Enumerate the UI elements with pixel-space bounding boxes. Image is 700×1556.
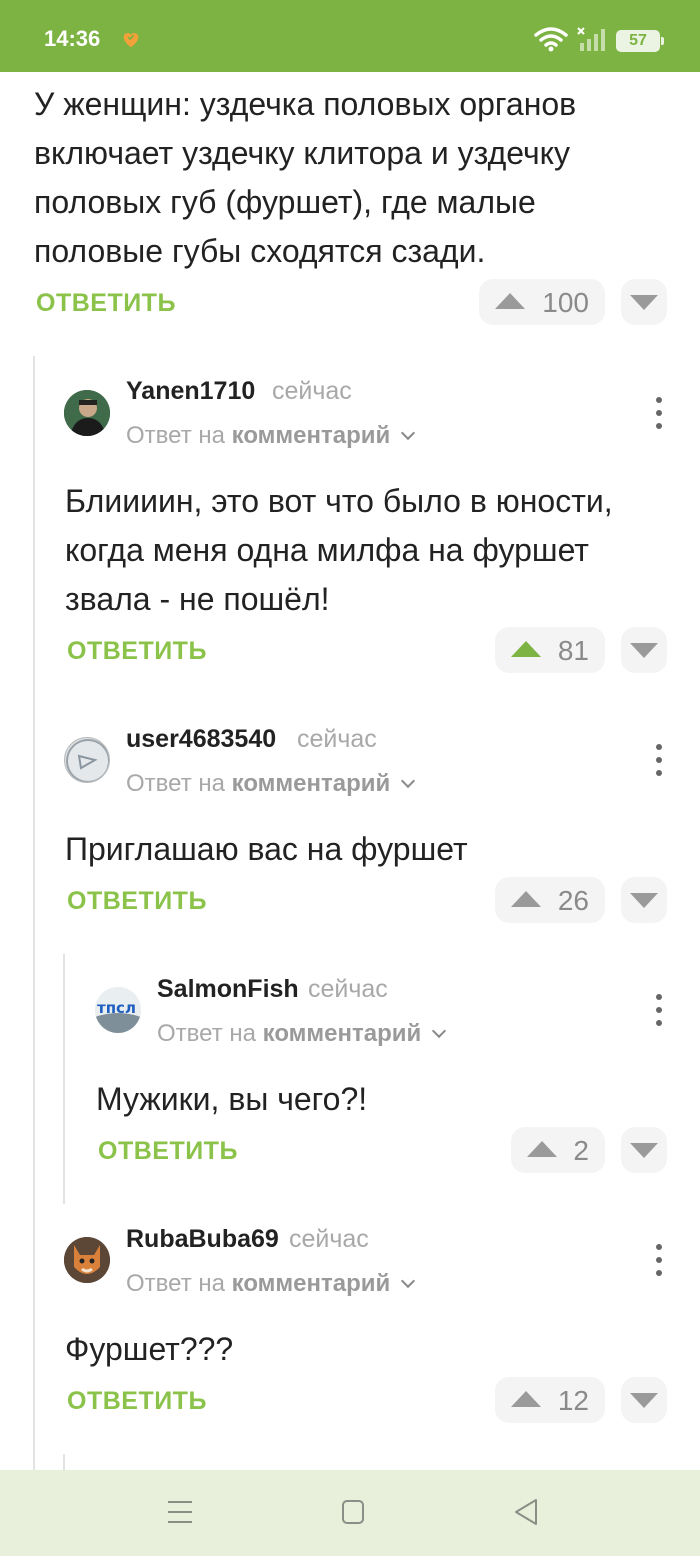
downvote-button[interactable] bbox=[621, 1377, 667, 1423]
avatar-image bbox=[64, 390, 110, 436]
thread-line bbox=[33, 356, 35, 1470]
parent-comment-text: У женщин: уздечка половых органов включа… bbox=[34, 80, 694, 276]
status-bar: 14:36 57 bbox=[0, 0, 700, 72]
avatar-image: тпсл bbox=[95, 987, 141, 1033]
downvote-button[interactable] bbox=[621, 627, 667, 673]
reply-to-prefix: Ответ на bbox=[126, 770, 225, 797]
rating-count: 12 bbox=[557, 1385, 589, 1416]
comment-text: Мужики, вы чего?! bbox=[96, 1075, 696, 1124]
avatar-image bbox=[66, 739, 109, 782]
thread-line bbox=[63, 1454, 65, 1470]
reply-to-prefix: Ответ на bbox=[126, 422, 225, 449]
username[interactable]: SalmonFish bbox=[157, 975, 299, 1004]
rating-count: 81 bbox=[557, 635, 589, 666]
text-line: половые губы сходятся сзади. bbox=[34, 233, 486, 269]
username[interactable]: RubaBuba69 bbox=[126, 1225, 279, 1254]
avatar[interactable] bbox=[64, 390, 110, 436]
reply-button[interactable]: ОТВЕТИТЬ bbox=[36, 289, 176, 318]
upvote-icon bbox=[511, 891, 541, 907]
reply-button[interactable]: ОТВЕТИТЬ bbox=[98, 1137, 238, 1166]
reply-to-link[interactable]: Ответ на комментарий bbox=[126, 1270, 416, 1298]
rating-count: 26 bbox=[557, 885, 589, 916]
back-triangle-icon[interactable] bbox=[512, 1496, 540, 1528]
username[interactable]: user4683540 bbox=[126, 725, 276, 754]
downvote-button[interactable] bbox=[621, 279, 667, 325]
comment-time: сейчас bbox=[289, 1225, 369, 1253]
text-line: Фуршет??? bbox=[65, 1331, 234, 1367]
avatar-text: тпсл bbox=[97, 999, 136, 1017]
upvote-icon bbox=[511, 641, 541, 657]
reply-to-link[interactable]: Ответ на комментарий bbox=[126, 422, 416, 450]
more-vertical-icon[interactable] bbox=[649, 992, 669, 1028]
text-line: когда меня одна милфа на фуршет bbox=[65, 532, 589, 568]
reply-to-target: комментарий bbox=[231, 1270, 391, 1297]
chevron-down-icon bbox=[431, 1023, 447, 1039]
downvote-icon bbox=[630, 643, 658, 658]
reply-button[interactable]: ОТВЕТИТЬ bbox=[67, 1387, 207, 1416]
text-line: Мужики, вы чего?! bbox=[96, 1081, 368, 1117]
text-line: половых губ (фуршет), где малые bbox=[34, 184, 536, 220]
text-line: звала - не пошёл! bbox=[65, 581, 330, 617]
reply-to-link[interactable]: Ответ на комментарий bbox=[157, 1020, 447, 1048]
text-line: Блиииин, это вот что было в юности, bbox=[65, 483, 613, 519]
system-nav-bar bbox=[0, 1470, 700, 1556]
avatar[interactable]: тпсл bbox=[95, 987, 141, 1033]
signal-icon bbox=[577, 27, 605, 51]
comment-text: Блиииин, это вот что было в юности, когд… bbox=[65, 477, 695, 624]
upvote-button[interactable]: 26 bbox=[495, 877, 605, 923]
upvote-button[interactable]: 100 bbox=[479, 279, 605, 325]
comment-time: сейчас bbox=[297, 725, 377, 753]
upvote-icon bbox=[511, 1391, 541, 1407]
downvote-button[interactable] bbox=[621, 1127, 667, 1173]
downvote-icon bbox=[630, 893, 658, 908]
username[interactable]: Yanen1710 bbox=[126, 377, 255, 406]
more-vertical-icon[interactable] bbox=[649, 395, 669, 431]
avatar[interactable] bbox=[64, 1237, 110, 1283]
thread-line bbox=[63, 954, 65, 1204]
text-line: Приглашаю вас на фуршет bbox=[65, 831, 468, 867]
downvote-icon bbox=[630, 1393, 658, 1408]
upvote-button[interactable]: 12 bbox=[495, 1377, 605, 1423]
wifi-icon bbox=[534, 27, 568, 52]
text-line: включает уздечку клитора и уздечку bbox=[34, 135, 571, 171]
rating-count: 100 bbox=[542, 287, 589, 318]
downvote-icon bbox=[630, 1143, 658, 1158]
comment-time: сейчас bbox=[272, 377, 352, 405]
reply-to-link[interactable]: Ответ на комментарий bbox=[126, 770, 416, 798]
upvote-icon bbox=[527, 1141, 557, 1157]
upvote-icon bbox=[495, 293, 525, 309]
reply-to-prefix: Ответ на bbox=[157, 1020, 256, 1047]
downvote-icon bbox=[630, 295, 658, 310]
avatar-image bbox=[64, 1237, 110, 1283]
reply-to-target: комментарий bbox=[262, 1020, 422, 1047]
reply-to-prefix: Ответ на bbox=[126, 1270, 225, 1297]
home-square-icon[interactable] bbox=[340, 1496, 366, 1528]
downvote-button[interactable] bbox=[621, 877, 667, 923]
reply-to-target: комментарий bbox=[231, 770, 391, 797]
avatar[interactable] bbox=[64, 737, 110, 783]
comment-text: Приглашаю вас на фуршет bbox=[65, 825, 695, 874]
battery-icon: 57 bbox=[616, 30, 664, 52]
reply-button[interactable]: ОТВЕТИТЬ bbox=[67, 887, 207, 916]
chevron-down-icon bbox=[400, 1273, 416, 1289]
comment-time: сейчас bbox=[308, 975, 388, 1003]
upvote-button[interactable]: 81 bbox=[495, 627, 605, 673]
chevron-down-icon bbox=[400, 425, 416, 441]
rating-count: 2 bbox=[573, 1135, 589, 1166]
status-time: 14:36 bbox=[44, 26, 101, 51]
more-vertical-icon[interactable] bbox=[649, 1242, 669, 1278]
reply-button[interactable]: ОТВЕТИТЬ bbox=[67, 637, 207, 666]
reply-to-target: комментарий bbox=[231, 422, 391, 449]
more-vertical-icon[interactable] bbox=[649, 742, 669, 778]
chevron-down-icon bbox=[400, 773, 416, 789]
upvote-button[interactable]: 2 bbox=[511, 1127, 605, 1173]
comments-feed[interactable]: У женщин: уздечка половых органов включа… bbox=[0, 72, 700, 1470]
heart-icon bbox=[123, 33, 139, 48]
text-line: У женщин: уздечка половых органов bbox=[34, 86, 577, 122]
comment-text: Фуршет??? bbox=[65, 1325, 695, 1374]
menu-icon[interactable] bbox=[166, 1496, 194, 1528]
